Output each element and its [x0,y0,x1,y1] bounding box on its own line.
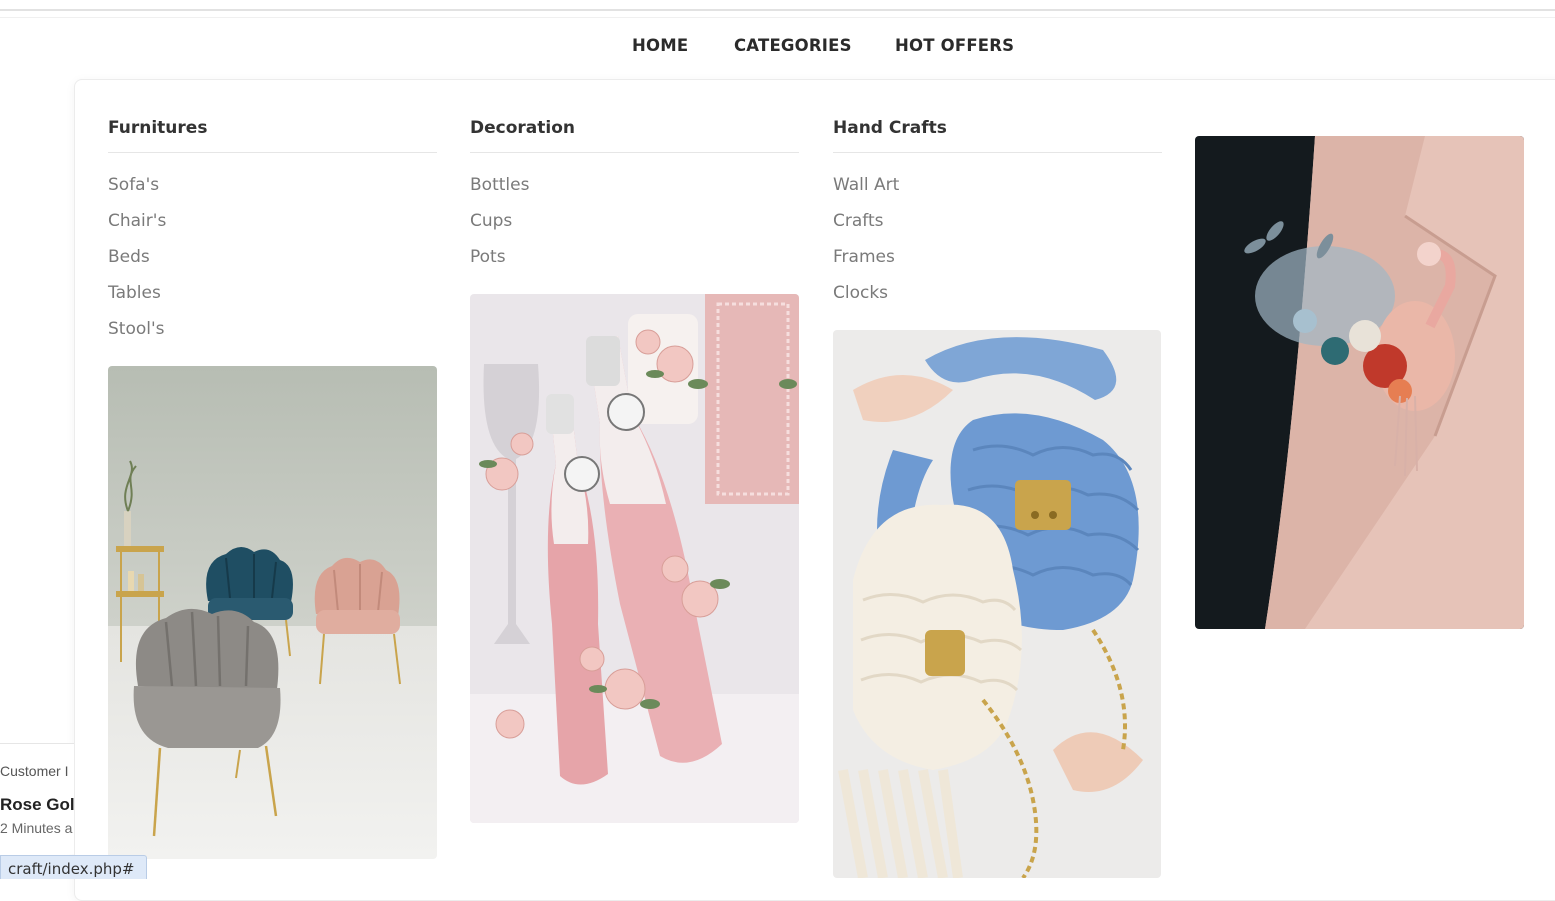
menu-link-cups[interactable]: Cups [470,203,799,239]
featured-image[interactable] [1195,136,1524,629]
hand-crafts-image[interactable] [833,330,1161,878]
column-title: Decoration [470,116,799,153]
column-title: Hand Crafts [833,116,1162,153]
menu-column-furnitures: Furnitures Sofa's Chair's Beds Tables St… [108,116,437,347]
menu-link-clocks[interactable]: Clocks [833,275,1162,311]
main-nav: HOME CATEGORIES HOT OFFERS [0,36,1555,64]
nav-home[interactable]: HOME [632,36,688,55]
toast-time: 2 Minutes a [0,820,73,836]
menu-link-beds[interactable]: Beds [108,239,437,275]
menu-link-crafts[interactable]: Crafts [833,203,1162,239]
header-bottom-border [0,17,1555,18]
menu-link-pots[interactable]: Pots [470,239,799,275]
menu-link-stools[interactable]: Stool's [108,311,437,347]
menu-link-sofas[interactable]: Sofa's [108,167,437,203]
decoration-image[interactable] [470,294,799,823]
toast-label: Customer I [0,763,69,779]
menu-column-decoration: Decoration Bottles Cups Pots [470,116,799,275]
menu-link-bottles[interactable]: Bottles [470,167,799,203]
browser-status-url: craft/index.php# [0,855,148,879]
menu-link-wall-art[interactable]: Wall Art [833,167,1162,203]
menu-link-tables[interactable]: Tables [108,275,437,311]
menu-link-chairs[interactable]: Chair's [108,203,437,239]
toast-product: Rose Gol [0,795,74,814]
furnitures-image[interactable] [108,366,437,859]
column-title: Furnitures [108,116,437,153]
recent-purchase-toast[interactable]: Customer I Rose Gol 2 Minutes a [0,743,74,854]
menu-column-hand-crafts: Hand Crafts Wall Art Crafts Frames Clock… [833,116,1162,311]
nav-categories[interactable]: CATEGORIES [734,36,852,55]
nav-hot-offers[interactable]: HOT OFFERS [895,36,1014,55]
menu-link-frames[interactable]: Frames [833,239,1162,275]
top-divider [0,9,1555,11]
